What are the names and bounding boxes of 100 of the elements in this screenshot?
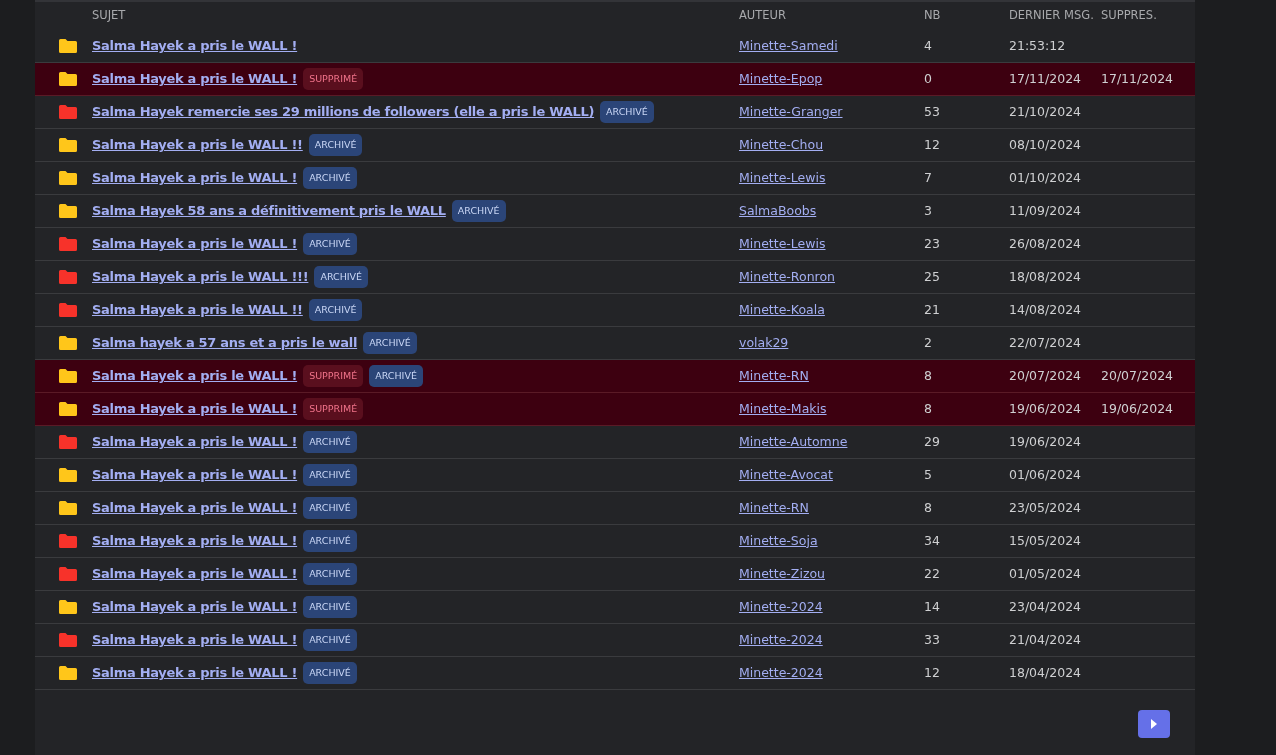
author-link[interactable]: Minette-Epop bbox=[739, 70, 823, 86]
last-message-date: 26/08/2024 bbox=[1009, 235, 1082, 251]
last-message-date: 18/08/2024 bbox=[1009, 268, 1082, 284]
topic-link[interactable]: Salma Hayek a pris le WALL !! bbox=[92, 300, 303, 320]
last-message-date: 21/10/2024 bbox=[1009, 103, 1082, 119]
column-header: NB bbox=[924, 8, 941, 23]
reply-count: 3 bbox=[924, 202, 932, 218]
topic-link[interactable]: Salma hayek a 57 ans et a pris le wall bbox=[92, 333, 358, 353]
deleted-badge: SUPPRIMÉ bbox=[303, 364, 364, 388]
author-link[interactable]: Minette-Makis bbox=[739, 400, 827, 416]
last-message-date: 01/06/2024 bbox=[1009, 466, 1082, 482]
last-message-date: 23/04/2024 bbox=[1009, 598, 1082, 614]
author-link[interactable]: Minette-2024 bbox=[739, 664, 823, 680]
topic-link[interactable]: Salma Hayek a pris le WALL ! bbox=[92, 531, 298, 551]
deletion-date: 19/06/2024 bbox=[1101, 400, 1174, 416]
reply-count: 4 bbox=[924, 37, 932, 53]
author-link[interactable]: Minette-2024 bbox=[739, 598, 823, 614]
topic-link[interactable]: Salma Hayek a pris le WALL ! bbox=[92, 399, 298, 419]
archived-badge: ARCHIVÉ bbox=[451, 199, 506, 223]
reply-count: 33 bbox=[924, 631, 940, 647]
archived-badge: ARCHIVÉ bbox=[303, 232, 357, 256]
deleted-badge: SUPPRIMÉ bbox=[303, 67, 364, 91]
topic-link[interactable]: Salma Hayek a pris le WALL !! bbox=[92, 135, 303, 155]
column-header: AUTEUR bbox=[739, 8, 786, 23]
column-header: SUJET bbox=[92, 8, 126, 23]
reply-count: 8 bbox=[924, 499, 932, 515]
topic-link[interactable]: Salma Hayek a pris le WALL ! bbox=[92, 36, 298, 56]
archived-badge: ARCHIVÉ bbox=[308, 133, 363, 157]
author-link[interactable]: Minette-Lewis bbox=[739, 169, 826, 185]
archived-badge: ARCHIVÉ bbox=[303, 166, 357, 190]
last-message-date: 20/07/2024 bbox=[1009, 367, 1082, 383]
reply-count: 0 bbox=[924, 70, 932, 86]
column-header: SUPPRES. bbox=[1101, 8, 1157, 23]
archived-badge: ARCHIVÉ bbox=[308, 298, 363, 322]
author-link[interactable]: Minette-Soja bbox=[739, 532, 818, 548]
reply-count: 8 bbox=[924, 367, 932, 383]
author-link[interactable]: Minette-Zizou bbox=[739, 565, 826, 581]
archived-badge: ARCHIVÉ bbox=[363, 331, 417, 355]
author-link[interactable]: Minette-Chou bbox=[739, 136, 824, 152]
last-message-date: 01/10/2024 bbox=[1009, 169, 1082, 185]
topic-link[interactable]: Salma Hayek a pris le WALL ! bbox=[92, 69, 298, 89]
reply-count: 22 bbox=[924, 565, 940, 581]
topic-link[interactable]: Salma Hayek a pris le WALL ! bbox=[92, 432, 298, 452]
reply-count: 34 bbox=[924, 532, 940, 548]
next-page-button[interactable] bbox=[1138, 710, 1170, 738]
topic-link[interactable]: Salma Hayek a pris le WALL ! bbox=[92, 597, 298, 617]
topic-link[interactable]: Salma Hayek a pris le WALL ! bbox=[92, 498, 298, 518]
last-message-date: 17/11/2024 bbox=[1009, 70, 1082, 86]
deletion-date: 20/07/2024 bbox=[1101, 367, 1174, 383]
author-link[interactable]: Minette-Samedi bbox=[739, 37, 838, 53]
reply-count: 21 bbox=[924, 301, 940, 317]
topic-link[interactable]: Salma Hayek a pris le WALL ! bbox=[92, 564, 298, 584]
last-message-date: 01/05/2024 bbox=[1009, 565, 1082, 581]
author-link[interactable]: Minette-Koala bbox=[739, 301, 825, 317]
author-link[interactable]: volak29 bbox=[739, 334, 789, 350]
author-link[interactable]: Minette-RN bbox=[739, 367, 809, 383]
topic-link[interactable]: Salma Hayek a pris le WALL !!! bbox=[92, 267, 309, 287]
last-message-date: 18/04/2024 bbox=[1009, 664, 1082, 680]
last-message-date: 19/06/2024 bbox=[1009, 400, 1082, 416]
archived-badge: ARCHIVÉ bbox=[303, 595, 357, 619]
topic-link[interactable]: Salma Hayek a pris le WALL ! bbox=[92, 630, 298, 650]
reply-count: 12 bbox=[924, 664, 940, 680]
author-link[interactable]: Minette-Lewis bbox=[739, 235, 826, 251]
author-link[interactable]: Minette-Avocat bbox=[739, 466, 833, 482]
reply-count: 12 bbox=[924, 136, 940, 152]
author-link[interactable]: SalmaBoobs bbox=[739, 202, 817, 218]
reply-count: 14 bbox=[924, 598, 940, 614]
last-message-date: 21/04/2024 bbox=[1009, 631, 1082, 647]
last-message-date: 08/10/2024 bbox=[1009, 136, 1082, 152]
topic-link[interactable]: Salma Hayek 58 ans a définitivement pris le WALL bbox=[92, 201, 446, 221]
author-link[interactable]: Minette-Ronron bbox=[739, 268, 835, 284]
last-message-date: 22/07/2024 bbox=[1009, 334, 1082, 350]
archived-badge: ARCHIVÉ bbox=[303, 496, 357, 520]
author-link[interactable]: Minette-Automne bbox=[739, 433, 848, 449]
topic-link[interactable]: Salma Hayek a pris le WALL ! bbox=[92, 663, 298, 683]
author-link[interactable]: Minette-2024 bbox=[739, 631, 823, 647]
archived-badge: ARCHIVÉ bbox=[600, 100, 654, 124]
last-message-date: 23/05/2024 bbox=[1009, 499, 1082, 515]
reply-count: 53 bbox=[924, 103, 940, 119]
deletion-date: 17/11/2024 bbox=[1101, 70, 1174, 86]
last-message-date: 15/05/2024 bbox=[1009, 532, 1082, 548]
topic-link[interactable]: Salma Hayek a pris le WALL ! bbox=[92, 465, 298, 485]
reply-count: 29 bbox=[924, 433, 940, 449]
reply-count: 23 bbox=[924, 235, 940, 251]
reply-count: 8 bbox=[924, 400, 932, 416]
topic-link[interactable]: Salma Hayek a pris le WALL ! bbox=[92, 168, 298, 188]
archived-badge: ARCHIVÉ bbox=[303, 562, 357, 586]
archived-badge: ARCHIVÉ bbox=[303, 463, 357, 487]
reply-count: 2 bbox=[924, 334, 932, 350]
archived-badge: ARCHIVÉ bbox=[303, 430, 357, 454]
last-message-date: 11/09/2024 bbox=[1009, 202, 1082, 218]
author-link[interactable]: Minette-RN bbox=[739, 499, 809, 515]
archived-badge: ARCHIVÉ bbox=[303, 628, 357, 652]
topic-link[interactable]: Salma Hayek remercie ses 29 millions de followers (elle a pris le WALL) bbox=[92, 102, 595, 122]
archived-badge: ARCHIVÉ bbox=[303, 529, 357, 553]
topic-link[interactable]: Salma Hayek a pris le WALL ! bbox=[92, 234, 298, 254]
column-header: DERNIER MSG. bbox=[1009, 8, 1094, 23]
topic-link[interactable]: Salma Hayek a pris le WALL ! bbox=[92, 366, 298, 386]
archived-badge: ARCHIVÉ bbox=[369, 364, 423, 388]
author-link[interactable]: Minette-Granger bbox=[739, 103, 843, 119]
